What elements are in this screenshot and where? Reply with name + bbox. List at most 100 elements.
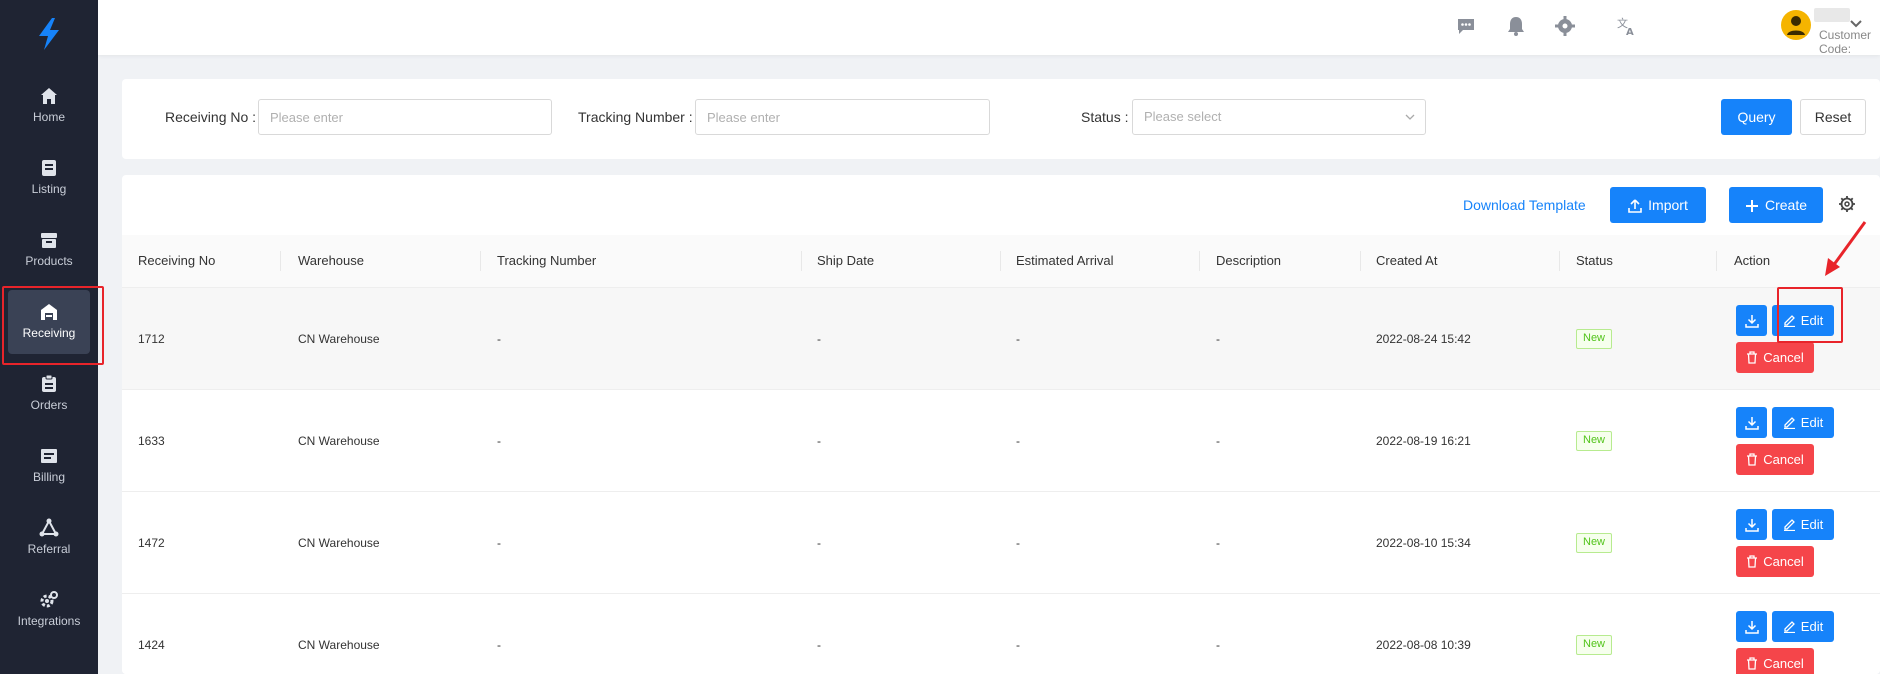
- ship-date-cell: -: [817, 536, 821, 550]
- home-icon: [41, 88, 57, 104]
- download-button[interactable]: [1736, 509, 1767, 540]
- avatar[interactable]: [1781, 10, 1811, 40]
- trash-icon: [1747, 657, 1758, 670]
- billing-icon: [41, 449, 57, 463]
- download-button[interactable]: [1736, 611, 1767, 642]
- edit-button[interactable]: Edit: [1772, 611, 1834, 642]
- svg-text:A: A: [1626, 27, 1634, 37]
- status-badge: New: [1576, 431, 1613, 451]
- query-button[interactable]: Query: [1721, 99, 1792, 135]
- trash-icon: [1747, 351, 1758, 364]
- column-header[interactable]: Warehouse: [298, 253, 364, 268]
- cancel-button-label: Cancel: [1763, 452, 1804, 467]
- translate-icon[interactable]: 文A: [1616, 15, 1638, 37]
- sidebar-item-label: Integrations: [17, 614, 81, 628]
- sidebar-item-products[interactable]: Products: [8, 218, 90, 282]
- create-button-label: Create: [1764, 196, 1808, 213]
- column-header[interactable]: Created At: [1376, 253, 1437, 268]
- column-header[interactable]: Action: [1734, 253, 1770, 268]
- description-cell: -: [1216, 434, 1220, 448]
- sidebar-item-integrations[interactable]: Integrations: [8, 578, 90, 642]
- table-row[interactable]: 1424 CN Warehouse - - - - 2022-08-08 10:…: [122, 594, 1880, 674]
- cancel-button[interactable]: Cancel: [1736, 546, 1814, 577]
- import-button[interactable]: Import: [1610, 187, 1706, 223]
- reset-button[interactable]: Reset: [1800, 99, 1866, 135]
- table-header: Receiving No Warehouse Tracking Number S…: [122, 235, 1880, 288]
- tracking-number-input[interactable]: [695, 99, 990, 135]
- chevron-down-icon: [1405, 114, 1415, 120]
- column-header[interactable]: Receiving No: [138, 253, 215, 268]
- table-row[interactable]: 1712 CN Warehouse - - - - 2022-08-24 15:…: [122, 288, 1880, 390]
- logo-icon: [39, 18, 59, 50]
- settings-gear-icon[interactable]: [1554, 15, 1576, 37]
- sidebar-item-billing[interactable]: Billing: [8, 434, 90, 498]
- top-header: 文A Customer Code:: [98, 0, 1880, 56]
- tracking-number-label: Tracking Number :: [578, 109, 693, 125]
- receiving-no-label: Receiving No :: [165, 109, 257, 125]
- sidebar-item-home[interactable]: Home: [8, 74, 90, 138]
- ship-date-cell: -: [817, 332, 821, 346]
- description-cell: -: [1216, 638, 1220, 652]
- cancel-button[interactable]: Cancel: [1736, 342, 1814, 373]
- column-header[interactable]: Ship Date: [817, 253, 874, 268]
- receiving-table-panel: Download Template Import Create Receivin…: [122, 175, 1880, 674]
- warehouse-cell: CN Warehouse: [298, 638, 380, 652]
- upload-icon: [1628, 199, 1642, 213]
- tracking-number-cell: -: [497, 638, 501, 652]
- estimated-arrival-cell: -: [1016, 536, 1020, 550]
- referral-icon: [39, 518, 59, 537]
- created-at-cell: 2022-08-24 15:42: [1376, 332, 1471, 346]
- status-select[interactable]: Please select: [1132, 99, 1426, 135]
- column-header[interactable]: Estimated Arrival: [1016, 253, 1114, 268]
- tracking-number-cell: -: [497, 434, 501, 448]
- sidebar-item-label: Referral: [27, 542, 71, 556]
- sidebar-item-listing[interactable]: Listing: [8, 146, 90, 210]
- cancel-button[interactable]: Cancel: [1736, 444, 1814, 475]
- sidebar-item-referral[interactable]: Referral: [8, 506, 90, 570]
- download-template-link[interactable]: Download Template: [1463, 197, 1586, 213]
- edit-button[interactable]: Edit: [1772, 407, 1834, 438]
- status-badge: New: [1576, 329, 1613, 349]
- column-header[interactable]: Tracking Number: [497, 253, 596, 268]
- trash-icon: [1747, 453, 1758, 466]
- created-at-cell: 2022-08-19 16:21: [1376, 434, 1471, 448]
- receiving-no-cell: 1424: [138, 638, 165, 652]
- created-at-cell: 2022-08-08 10:39: [1376, 638, 1471, 652]
- column-header[interactable]: Status: [1576, 253, 1613, 268]
- message-icon[interactable]: [1455, 15, 1477, 37]
- download-icon: [1744, 518, 1759, 532]
- edit-button-label: Edit: [1800, 517, 1824, 532]
- table-row[interactable]: 1472 CN Warehouse - - - - 2022-08-10 15:…: [122, 492, 1880, 594]
- user-icon: [1787, 16, 1805, 35]
- edit-icon: [1783, 417, 1795, 430]
- search-panel: Receiving No : Tracking Number : Status …: [122, 79, 1880, 159]
- description-cell: -: [1216, 536, 1220, 550]
- ship-date-cell: -: [817, 434, 821, 448]
- table-row[interactable]: 1633 CN Warehouse - - - - 2022-08-19 16:…: [122, 390, 1880, 492]
- notification-bell-icon[interactable]: [1505, 15, 1527, 37]
- products-icon: [41, 233, 57, 248]
- customer-code-label: Customer Code:: [1819, 28, 1872, 56]
- estimated-arrival-cell: -: [1016, 638, 1020, 652]
- created-at-cell: 2022-08-10 15:34: [1376, 536, 1471, 550]
- chevron-down-icon[interactable]: [1848, 16, 1864, 32]
- sidebar-item-label: Products: [25, 254, 73, 268]
- create-button[interactable]: Create: [1729, 187, 1823, 223]
- description-cell: -: [1216, 332, 1220, 346]
- sidebar-item-orders[interactable]: Orders: [8, 362, 90, 426]
- download-button[interactable]: [1736, 305, 1767, 336]
- cancel-button[interactable]: Cancel: [1736, 648, 1814, 674]
- download-icon: [1744, 314, 1759, 328]
- column-header[interactable]: Description: [1216, 253, 1281, 268]
- listing-icon: [42, 160, 56, 176]
- edit-button-label: Edit: [1800, 619, 1824, 634]
- receiving-no-cell: 1633: [138, 434, 165, 448]
- edit-button-label: Edit: [1800, 415, 1824, 430]
- orders-icon: [42, 374, 56, 392]
- receiving-no-input[interactable]: [258, 99, 552, 135]
- status-badge: New: [1576, 635, 1613, 655]
- download-button[interactable]: [1736, 407, 1767, 438]
- download-icon: [1744, 620, 1759, 634]
- column-settings-icon[interactable]: [1838, 195, 1856, 213]
- edit-button[interactable]: Edit: [1772, 509, 1834, 540]
